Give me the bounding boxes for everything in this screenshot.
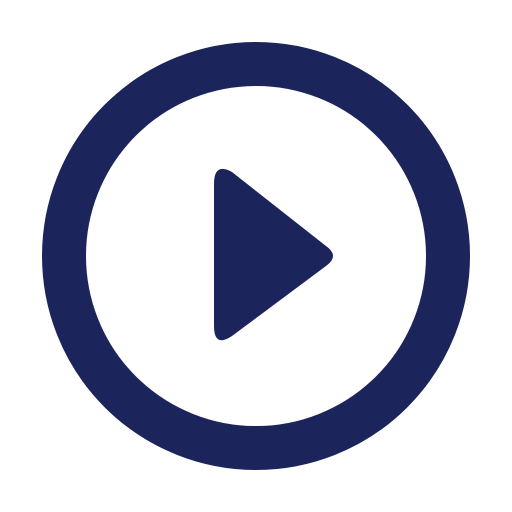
icon-canvas	[0, 0, 512, 512]
play-circle-icon[interactable]	[0, 0, 512, 512]
play-triangle-icon	[214, 168, 333, 341]
